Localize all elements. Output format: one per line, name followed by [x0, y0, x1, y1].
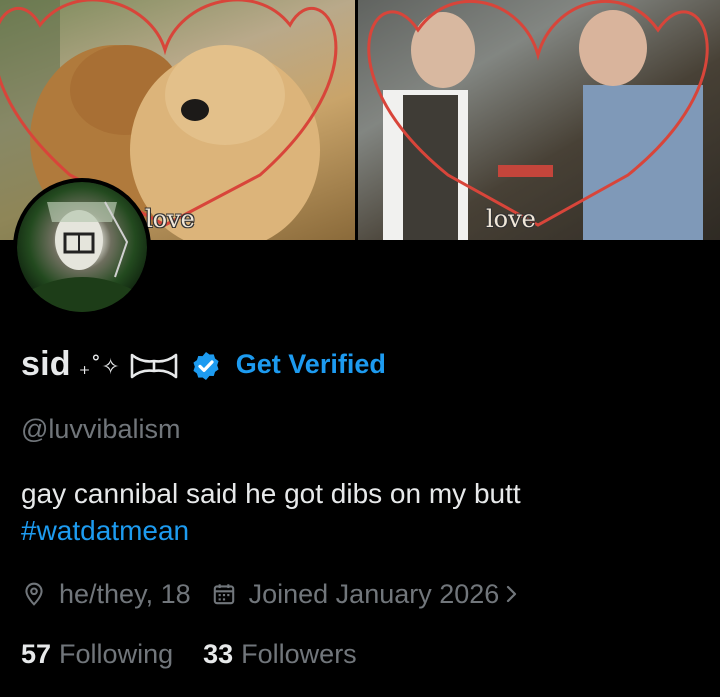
following-count[interactable]: 57: [21, 639, 51, 670]
joined-date-text: Joined January 2026: [248, 578, 500, 609]
follow-stats-row: 57 Following 33 Followers: [21, 636, 387, 672]
joined-item[interactable]: Joined January 2026: [211, 579, 524, 610]
verified-badge-icon[interactable]: [190, 350, 222, 382]
name-sparkles: ₊˚✧: [78, 354, 120, 380]
profile-bio: gay cannibal said he got dibs on my butt…: [21, 475, 701, 549]
followers-count[interactable]: 33: [203, 639, 233, 670]
location-pin-icon: [25, 582, 43, 606]
bow-ribbon-icon: [130, 353, 178, 379]
profile-handle: @luvvibalism: [21, 414, 181, 444]
bio-hashtag-link[interactable]: #watdatmean: [21, 512, 701, 549]
profile-meta-row: he/they, 18 Joined January 2026: [21, 576, 543, 612]
men-illustration: [358, 0, 720, 240]
banner-caption-left: love: [145, 205, 195, 233]
following-label[interactable]: Following: [59, 639, 173, 670]
banner-caption-right: love: [486, 205, 536, 233]
profile-name-row: sid ₊˚✧ Get Verified: [21, 340, 386, 388]
avatar-illustration: [27, 201, 137, 312]
profile-avatar[interactable]: [13, 178, 151, 316]
banner-photo-men: love: [358, 0, 720, 240]
calendar-icon: [213, 584, 234, 605]
display-name: sid: [21, 344, 71, 383]
followers-label[interactable]: Followers: [241, 639, 357, 670]
location-item: he/they, 18: [21, 579, 191, 610]
get-verified-link[interactable]: Get Verified: [236, 349, 386, 380]
chevron-right-icon[interactable]: [501, 581, 523, 607]
pronouns-age-text: he/they, 18: [59, 578, 191, 609]
bio-text: gay cannibal said he got dibs on my butt: [21, 478, 521, 509]
